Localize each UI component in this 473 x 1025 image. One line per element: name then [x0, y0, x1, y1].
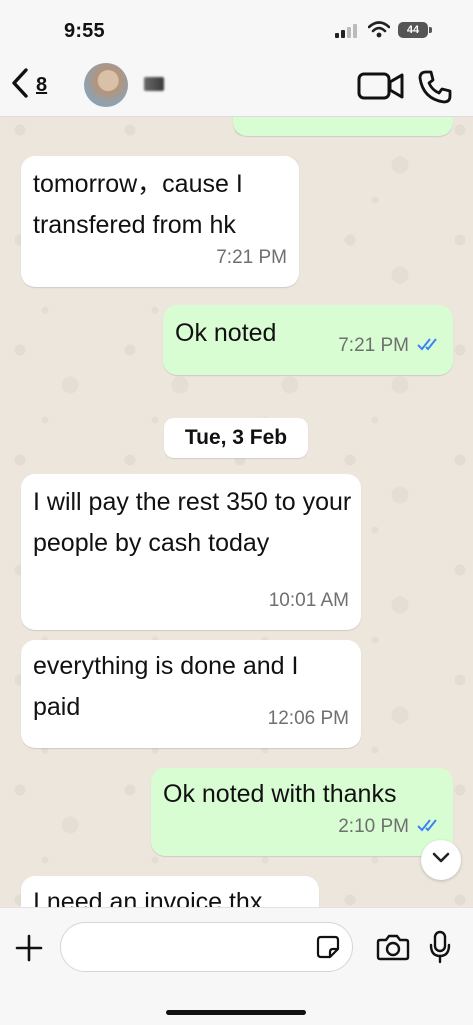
- phone-icon[interactable]: [417, 69, 453, 110]
- avatar[interactable]: [84, 63, 128, 107]
- chevron-left-icon: [10, 66, 32, 105]
- status-bar: 9:55 44: [0, 0, 473, 56]
- camera-icon[interactable]: [376, 933, 410, 966]
- message-bubble-outgoing[interactable]: Ok noted with thanks 2:10 PM: [151, 768, 453, 856]
- message-meta: 2:10 PM: [338, 806, 441, 847]
- status-time: 9:55: [64, 20, 105, 42]
- message-bubble-incoming[interactable]: everything is done and I paid 12:06 PM: [21, 640, 361, 748]
- signal-icon: [335, 24, 359, 43]
- message-time: 12:06 PM: [267, 708, 349, 729]
- unread-count: 8: [36, 74, 48, 96]
- message-composer: [0, 907, 473, 1025]
- contact-name-redacted[interactable]: [144, 77, 164, 91]
- scroll-to-bottom-button[interactable]: [421, 840, 461, 880]
- battery-indicator: 44: [398, 22, 432, 38]
- microphone-icon[interactable]: [428, 930, 452, 969]
- message-text: tomorrow，cause I transfered from hk: [33, 170, 243, 239]
- message-meta: 12:06 PM: [268, 698, 349, 739]
- message-time: 2:10 PM: [338, 816, 409, 837]
- message-time: 7:21 PM: [216, 247, 287, 268]
- message-input[interactable]: [60, 922, 353, 972]
- message-text: I will pay the rest 350 to your people b…: [33, 488, 352, 557]
- message-time: 7:21 PM: [338, 335, 409, 356]
- double-check-read-icon: [417, 325, 441, 366]
- message-meta: 7:21 PM: [216, 237, 287, 278]
- plus-icon[interactable]: [15, 934, 43, 967]
- chevron-down-icon: [432, 851, 450, 869]
- back-button[interactable]: 8: [10, 66, 47, 105]
- message-text: Ok noted: [175, 319, 277, 347]
- message-time: 10:01 AM: [268, 590, 349, 611]
- home-indicator: [166, 1010, 306, 1015]
- message-bubble-incoming[interactable]: tomorrow，cause I transfered from hk 7:21…: [21, 156, 299, 287]
- message-bubble-outgoing[interactable]: Ok noted 7:21 PM: [163, 305, 453, 375]
- video-call-icon[interactable]: [357, 70, 405, 107]
- message-bubble-incoming[interactable]: I will pay the rest 350 to your people b…: [21, 474, 361, 630]
- message-meta: 7:21 PM: [338, 325, 441, 366]
- sticker-icon[interactable]: [316, 935, 340, 964]
- date-separator: Tue, 3 Feb: [164, 418, 308, 458]
- wifi-icon: [367, 21, 391, 43]
- message-meta: 10:01 AM: [269, 580, 349, 621]
- chat-header: 8: [0, 56, 473, 117]
